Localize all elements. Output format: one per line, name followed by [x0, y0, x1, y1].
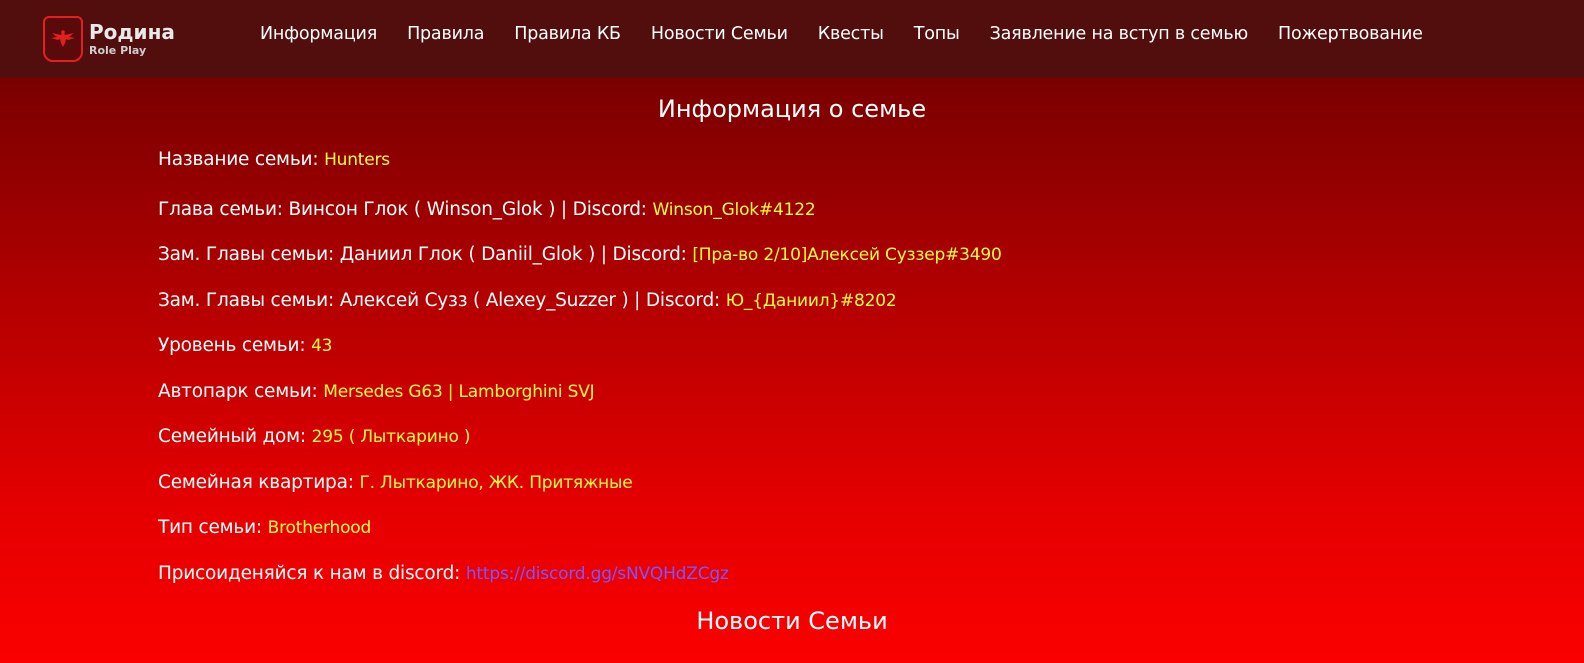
info-row-deputy-2: Зам. Главы семьи: Алексей Сузз ( Alexey_… [158, 290, 897, 311]
nav-item-tops[interactable]: Топы [914, 24, 960, 44]
info-value: Hunters [324, 150, 390, 170]
info-row-family-level: Уровень семьи: 43 [158, 335, 332, 356]
family-info-heading: Информация о семье [657, 95, 927, 123]
info-label: Автопарк семьи: [158, 381, 318, 402]
info-value: [Пра-во 2/10]Алексей Суззер#3490 [692, 245, 1002, 265]
nav-item-join-application[interactable]: Заявление на вступ в семью [990, 24, 1249, 44]
info-row-family-type: Тип семьи: Brotherhood [158, 517, 371, 538]
info-value: Brotherhood [267, 518, 372, 538]
info-value: Winson_Glok#4122 [652, 200, 816, 220]
nav-item-quests[interactable]: Квесты [818, 24, 884, 44]
eagle-emblem-icon [43, 16, 83, 62]
top-navbar: Родина Role Play Информация Правила Прав… [0, 0, 1584, 78]
info-label: Тип семьи: [158, 517, 262, 538]
nav-item-info[interactable]: Информация [260, 24, 377, 44]
info-value: Г. Лыткарино, ЖК. Притяжные [359, 473, 633, 493]
info-row-family-apartment: Семейная квартира: Г. Лыткарино, ЖК. При… [158, 472, 633, 493]
info-row-car-fleet: Автопарк семьи: Mersedes G63 | Lamborghi… [158, 381, 595, 402]
info-value: Mersedes G63 | Lamborghini SVJ [323, 382, 595, 402]
brand-subtitle: Role Play [89, 44, 147, 57]
info-value: 295 ( Лыткарино ) [311, 427, 471, 447]
discord-invite-link[interactable]: https://discord.gg/sNVQHdZCgz [466, 564, 729, 584]
info-label: Семейная квартира: [158, 472, 354, 493]
info-row-family-head: Глава семьи: Винсон Глок ( Winson_Glok )… [158, 199, 816, 220]
nav-item-family-news[interactable]: Новости Семьи [651, 24, 788, 44]
info-value: Ю_{Даниил}#8202 [725, 291, 897, 311]
info-label: Название семьи: [158, 149, 319, 170]
info-label: Глава семьи: Винсон Глок ( Winson_Glok )… [158, 199, 647, 220]
info-label: Семейный дом: [158, 426, 306, 447]
info-label: Присоиденяйся к нам в discord: [158, 563, 461, 584]
nav-item-kb-rules[interactable]: Правила КБ [514, 24, 621, 44]
brand-title: Родина [89, 20, 175, 44]
info-row-family-house: Семейный дом: 295 ( Лыткарино ) [158, 426, 471, 447]
info-row-family-name: Название семьи: Hunters [158, 149, 390, 170]
info-label: Уровень семьи: [158, 335, 306, 356]
info-value: 43 [311, 336, 333, 356]
info-label: Зам. Главы семьи: Алексей Сузз ( Alexey_… [158, 290, 721, 311]
info-label: Зам. Главы семьи: Даниил Глок ( Daniil_G… [158, 244, 687, 265]
nav-item-donation[interactable]: Пожертвование [1278, 24, 1423, 44]
info-row-discord-invite: Присоиденяйся к нам в discord: https://d… [158, 563, 729, 584]
brand-logo[interactable]: Родина Role Play [43, 14, 203, 64]
main-nav: Информация Правила Правила КБ Новости Се… [260, 24, 1423, 44]
family-news-heading: Новости Семьи [696, 607, 888, 635]
info-row-deputy-1: Зам. Главы семьи: Даниил Глок ( Daniil_G… [158, 244, 1002, 265]
nav-item-rules[interactable]: Правила [407, 24, 484, 44]
